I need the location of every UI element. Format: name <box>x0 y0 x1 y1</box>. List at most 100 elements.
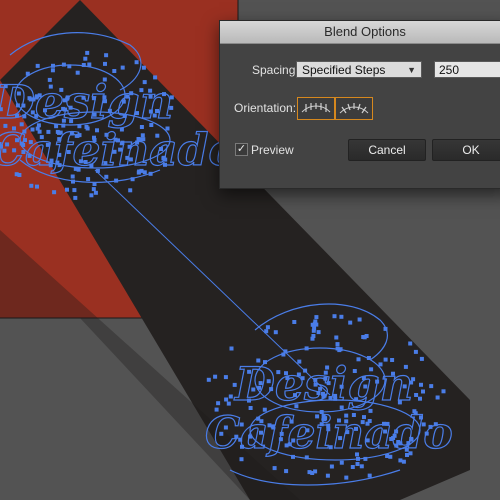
anchor-point[interactable] <box>271 425 276 430</box>
anchor-point[interactable] <box>128 157 133 162</box>
anchor-point[interactable] <box>30 110 35 115</box>
anchor-point[interactable] <box>259 430 263 435</box>
dialog-title[interactable]: Blend Options <box>220 21 500 44</box>
anchor-point[interactable] <box>232 382 237 387</box>
anchor-point[interactable] <box>59 87 64 92</box>
anchor-point[interactable] <box>104 53 109 58</box>
anchor-point[interactable] <box>238 437 243 442</box>
anchor-point[interactable] <box>28 140 33 145</box>
anchor-point[interactable] <box>357 317 362 322</box>
anchor-point[interactable] <box>276 370 281 375</box>
anchor-point[interactable] <box>134 60 139 65</box>
anchor-point[interactable] <box>223 425 228 430</box>
anchor-point[interactable] <box>87 62 92 67</box>
anchor-point[interactable] <box>367 419 372 423</box>
anchor-point[interactable] <box>316 391 321 395</box>
anchor-point[interactable] <box>339 384 344 389</box>
anchor-point[interactable] <box>81 63 86 67</box>
anchor-point[interactable] <box>391 371 395 376</box>
anchor-point[interactable] <box>367 473 372 478</box>
anchor-point[interactable] <box>424 431 429 436</box>
anchor-point[interactable] <box>265 325 270 330</box>
anchor-point[interactable] <box>247 369 252 374</box>
anchor-point[interactable] <box>406 441 411 446</box>
anchor-point[interactable] <box>397 400 402 405</box>
anchor-point[interactable] <box>128 188 133 193</box>
anchor-point[interactable] <box>112 149 117 154</box>
anchor-point[interactable] <box>313 382 318 387</box>
anchor-point[interactable] <box>337 418 341 423</box>
anchor-point[interactable] <box>0 107 3 112</box>
anchor-point[interactable] <box>328 445 333 450</box>
anchor-point[interactable] <box>435 395 440 400</box>
anchor-point[interactable] <box>368 408 373 413</box>
anchor-point[interactable] <box>75 70 80 75</box>
anchor-point[interactable] <box>112 69 117 73</box>
anchor-point[interactable] <box>51 63 55 68</box>
anchor-point[interactable] <box>314 315 319 320</box>
anchor-point[interactable] <box>22 114 27 119</box>
anchor-point[interactable] <box>206 377 211 382</box>
anchor-point[interactable] <box>48 84 53 89</box>
anchor-point[interactable] <box>85 126 90 131</box>
anchor-point[interactable] <box>68 105 73 110</box>
anchor-point[interactable] <box>315 414 320 419</box>
anchor-point[interactable] <box>91 187 96 192</box>
anchor-point[interactable] <box>50 68 55 73</box>
anchor-point[interactable] <box>310 336 315 341</box>
anchor-point[interactable] <box>15 138 19 143</box>
anchor-point[interactable] <box>219 431 224 436</box>
anchor-point[interactable] <box>283 349 288 354</box>
anchor-point[interactable] <box>43 108 47 113</box>
anchor-point[interactable] <box>247 398 251 403</box>
anchor-point[interactable] <box>114 178 119 183</box>
anchor-point[interactable] <box>3 84 8 89</box>
anchor-point[interactable] <box>19 122 24 127</box>
anchor-point[interactable] <box>0 144 3 149</box>
anchor-point[interactable] <box>319 410 324 414</box>
anchor-point[interactable] <box>103 61 107 66</box>
anchor-point[interactable] <box>48 163 53 168</box>
preview-label[interactable]: Preview <box>251 143 294 157</box>
anchor-point[interactable] <box>81 95 86 100</box>
anchor-point[interactable] <box>72 188 77 193</box>
anchor-point[interactable] <box>365 438 370 443</box>
anchor-point[interactable] <box>312 326 317 331</box>
anchor-point[interactable] <box>37 93 42 98</box>
anchor-point[interactable] <box>398 458 403 463</box>
anchor-point[interactable] <box>263 360 267 365</box>
anchor-point[interactable] <box>122 114 127 118</box>
anchor-point[interactable] <box>113 137 118 142</box>
anchor-point[interactable] <box>441 389 446 394</box>
anchor-point[interactable] <box>91 96 96 101</box>
anchor-point[interactable] <box>89 193 94 198</box>
anchor-point[interactable] <box>77 124 82 129</box>
anchor-point[interactable] <box>54 124 59 129</box>
anchor-point[interactable] <box>328 396 333 400</box>
anchor-point[interactable] <box>401 459 406 464</box>
anchor-point[interactable] <box>278 437 283 442</box>
anchor-point[interactable] <box>15 113 19 118</box>
anchor-point[interactable] <box>155 133 160 138</box>
anchor-point[interactable] <box>405 453 409 457</box>
anchor-point[interactable] <box>419 382 423 387</box>
anchor-point[interactable] <box>413 349 418 354</box>
anchor-point[interactable] <box>339 314 344 319</box>
anchor-point[interactable] <box>383 326 388 331</box>
anchor-point[interactable] <box>107 108 112 113</box>
anchor-point[interactable] <box>402 384 407 389</box>
anchor-point[interactable] <box>139 125 144 129</box>
anchor-point[interactable] <box>418 396 422 401</box>
anchor-point[interactable] <box>287 442 292 447</box>
anchor-point[interactable] <box>284 469 289 474</box>
anchor-point[interactable] <box>169 95 174 100</box>
anchor-point[interactable] <box>30 127 35 132</box>
anchor-point[interactable] <box>17 173 22 177</box>
anchor-point[interactable] <box>102 95 107 100</box>
anchor-point[interactable] <box>325 365 330 370</box>
anchor-point[interactable] <box>408 341 413 346</box>
anchor-point[interactable] <box>412 409 417 414</box>
anchor-point[interactable] <box>323 370 328 375</box>
anchor-point[interactable] <box>326 427 331 432</box>
anchor-point[interactable] <box>345 430 350 435</box>
